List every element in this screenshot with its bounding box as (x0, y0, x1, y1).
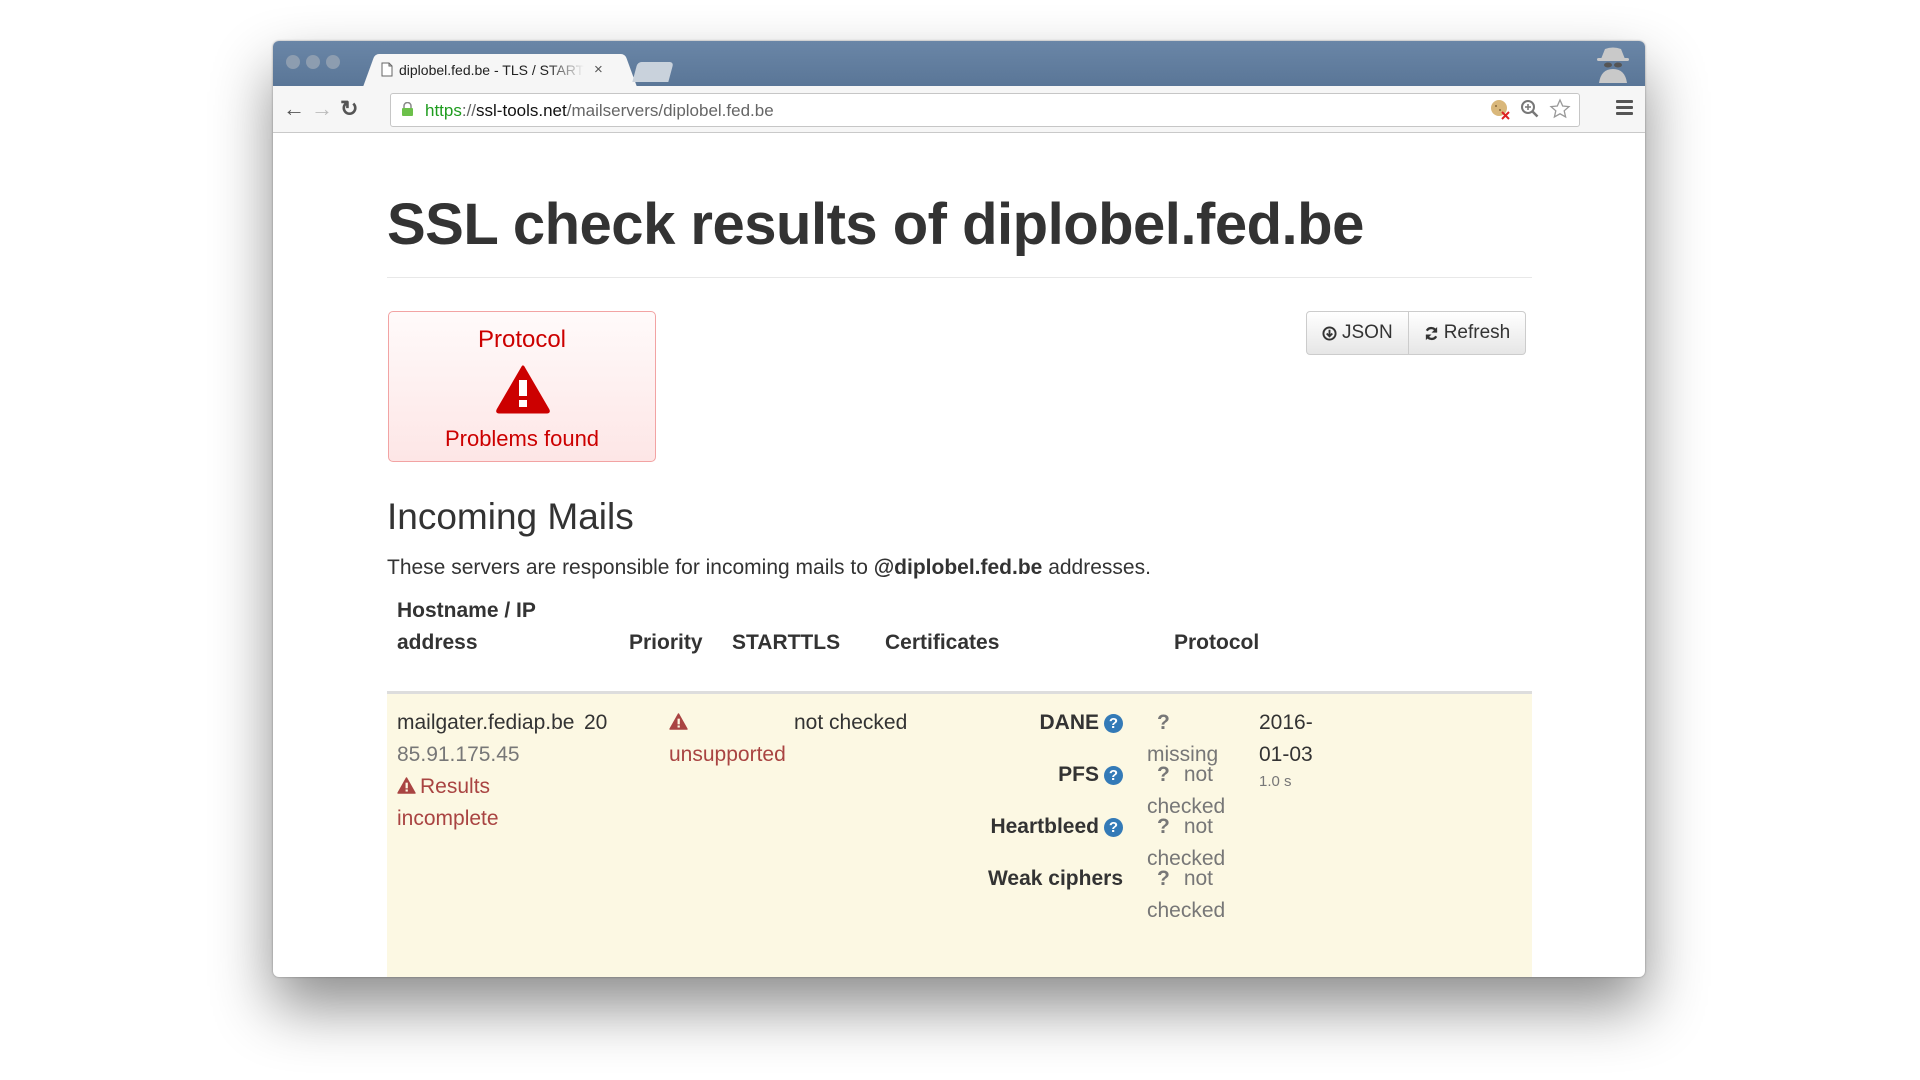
page-icon (381, 62, 393, 77)
results-incomplete-warning: Results (397, 771, 490, 803)
header-starttls: STARTTLS (732, 631, 841, 654)
help-icon[interactable]: ? (1104, 766, 1123, 785)
help-icon[interactable]: ? (1104, 714, 1123, 733)
incognito-icon (1597, 47, 1629, 83)
cookie-blocked-icon[interactable] (1489, 98, 1511, 120)
new-tab-button[interactable] (632, 62, 674, 82)
header-protocol: Protocol (1174, 631, 1260, 654)
ip-address: 85.91.175.45 (397, 743, 520, 766)
protocol-label-pfs: PFS? (883, 759, 1123, 791)
forward-icon[interactable]: → (311, 96, 333, 122)
header-priority: Priority (629, 631, 703, 654)
refresh-icon (1425, 326, 1437, 340)
menu-icon[interactable] (1616, 100, 1633, 118)
star-icon[interactable] (1549, 98, 1571, 120)
warning-icon (496, 365, 550, 414)
browser-window: diplobel.fed.be - TLS / STARTTLS × ← → ↻… (273, 41, 1645, 977)
warning-icon (397, 777, 416, 794)
action-buttons: JSON Refresh (1306, 311, 1527, 355)
help-icon[interactable]: ? (1104, 818, 1123, 837)
section-title: Incoming Mails (387, 496, 634, 537)
protocol-label-heartbleed: Heartbleed? (883, 811, 1123, 843)
starttls-status: unsupported (669, 743, 786, 766)
results-incomplete-line2: incomplete (397, 807, 499, 830)
reload-icon[interactable]: ↻ (340, 96, 358, 122)
back-icon[interactable]: ← (283, 96, 305, 122)
protocol-status-box: Protocol Problems found (388, 311, 656, 462)
zoom-window-button[interactable] (326, 55, 340, 69)
minimize-window-button[interactable] (306, 55, 320, 69)
protocol-value-weak-ciphers: ? not checked (1147, 867, 1226, 922)
refresh-button-label: Refresh (1443, 322, 1511, 343)
json-button-label: JSON (1342, 322, 1393, 343)
priority-value: 20 (584, 711, 608, 734)
header-hostname-line1: Hostname / IP (397, 599, 536, 622)
download-circle-icon (1322, 325, 1337, 341)
url-text[interactable]: https://ssl-tools.net/mailservers/diplob… (425, 101, 774, 121)
status-title: Protocol (477, 326, 567, 353)
section-description: These servers are responsible for incomi… (387, 556, 1151, 579)
hostname: mailgater.fediap.be (397, 711, 575, 734)
check-duration: 1.0 s (1259, 773, 1292, 790)
starttls-warning-icon (669, 707, 688, 739)
browser-toolbar: ← → ↻ https://ssl-tools.net/mailservers/… (273, 86, 1645, 133)
table-row: mailgater.fediap.be 85.91.175.45 Results… (387, 694, 1532, 977)
close-window-button[interactable] (286, 55, 300, 69)
tab-title: diplobel.fed.be - TLS / STARTTLS (399, 61, 584, 78)
protocol-label-weak-ciphers: Weak ciphers (987, 867, 1123, 890)
refresh-button[interactable]: Refresh (1408, 311, 1527, 355)
page-title: SSL check results of diplobel.fed.be (387, 192, 1364, 257)
tab-close-icon[interactable]: × (594, 61, 603, 78)
protocol-label-dane: DANE? (883, 707, 1123, 739)
tab-active[interactable]: diplobel.fed.be - TLS / STARTTLS × (377, 54, 623, 87)
header-hostname-line2: address (397, 631, 478, 654)
address-bar[interactable]: https://ssl-tools.net/mailservers/diplob… (390, 93, 1580, 127)
json-button[interactable]: JSON (1306, 311, 1409, 355)
check-date-line1: 2016- (1259, 711, 1313, 734)
mail-domain: @diplobel.fed.be (873, 556, 1043, 579)
status-text: Problems found (444, 426, 600, 451)
warning-icon (669, 713, 688, 730)
tab-bar: diplobel.fed.be - TLS / STARTTLS × (273, 41, 1645, 87)
zoom-icon[interactable] (1519, 98, 1541, 120)
title-divider (387, 277, 1532, 278)
header-certificates: Certificates (885, 631, 1000, 654)
lock-icon (402, 102, 413, 116)
